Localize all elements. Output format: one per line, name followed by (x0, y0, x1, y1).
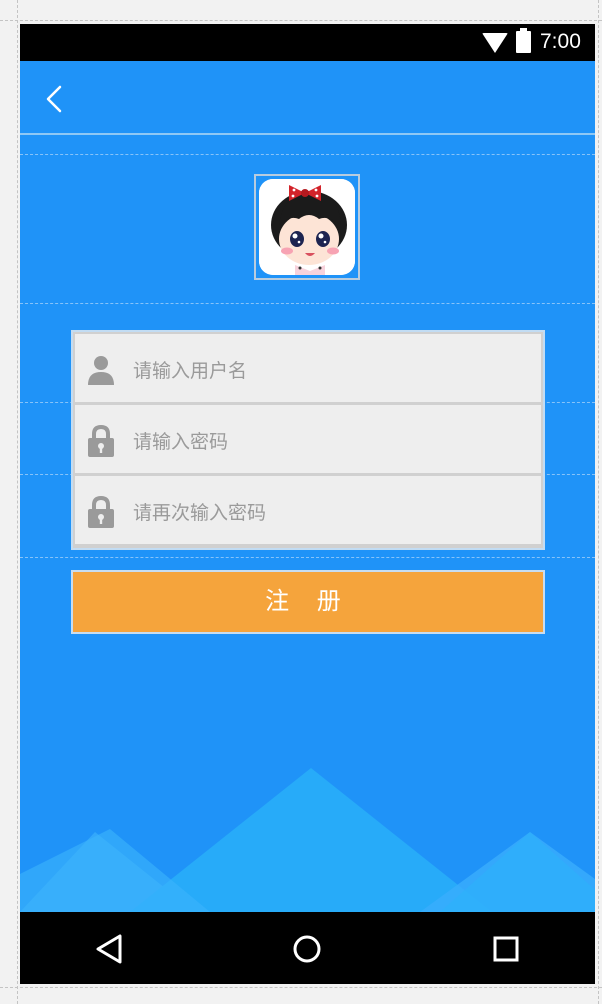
mountains-decoration (20, 768, 595, 912)
lock-icon (88, 496, 114, 528)
guide-line-bottom (0, 987, 602, 988)
square-recents-icon[interactable] (489, 932, 523, 966)
circle-home-icon[interactable] (290, 932, 324, 966)
divider (20, 303, 595, 304)
guide-line-left (17, 0, 18, 1004)
confirm-password-field[interactable]: 请再次输入密码 (75, 476, 541, 544)
navigation-bar (20, 912, 595, 984)
toolbar (20, 61, 595, 135)
avatar-frame[interactable] (254, 174, 360, 280)
password-field[interactable]: 请输入密码 (75, 405, 541, 473)
avatar (259, 179, 355, 275)
divider (20, 557, 595, 558)
user-icon (88, 356, 114, 385)
wifi-icon (482, 33, 508, 53)
triangle-back-icon[interactable] (93, 932, 127, 966)
username-field[interactable]: 请输入用户名 (75, 334, 541, 402)
phone-screen: 7:00 请输入用户名 请输入密码 请再次输入密码 注 册 (20, 24, 595, 984)
status-bar: 7:00 (20, 24, 595, 61)
chevron-left-icon (46, 85, 62, 113)
back-button[interactable] (40, 81, 70, 117)
status-time: 7:00 (540, 30, 581, 53)
guide-line-top (0, 20, 602, 21)
divider (20, 154, 595, 155)
guide-line-right (598, 0, 599, 1004)
register-button[interactable]: 注 册 (71, 570, 545, 634)
cartoon-girl-avatar (259, 179, 355, 275)
username-placeholder: 请输入用户名 (133, 360, 248, 382)
register-form: 请输入用户名 请输入密码 请再次输入密码 (71, 330, 545, 550)
confirm-password-placeholder: 请再次输入密码 (133, 502, 267, 524)
battery-icon (516, 28, 531, 53)
lock-icon (88, 425, 114, 457)
password-placeholder: 请输入密码 (133, 431, 229, 453)
